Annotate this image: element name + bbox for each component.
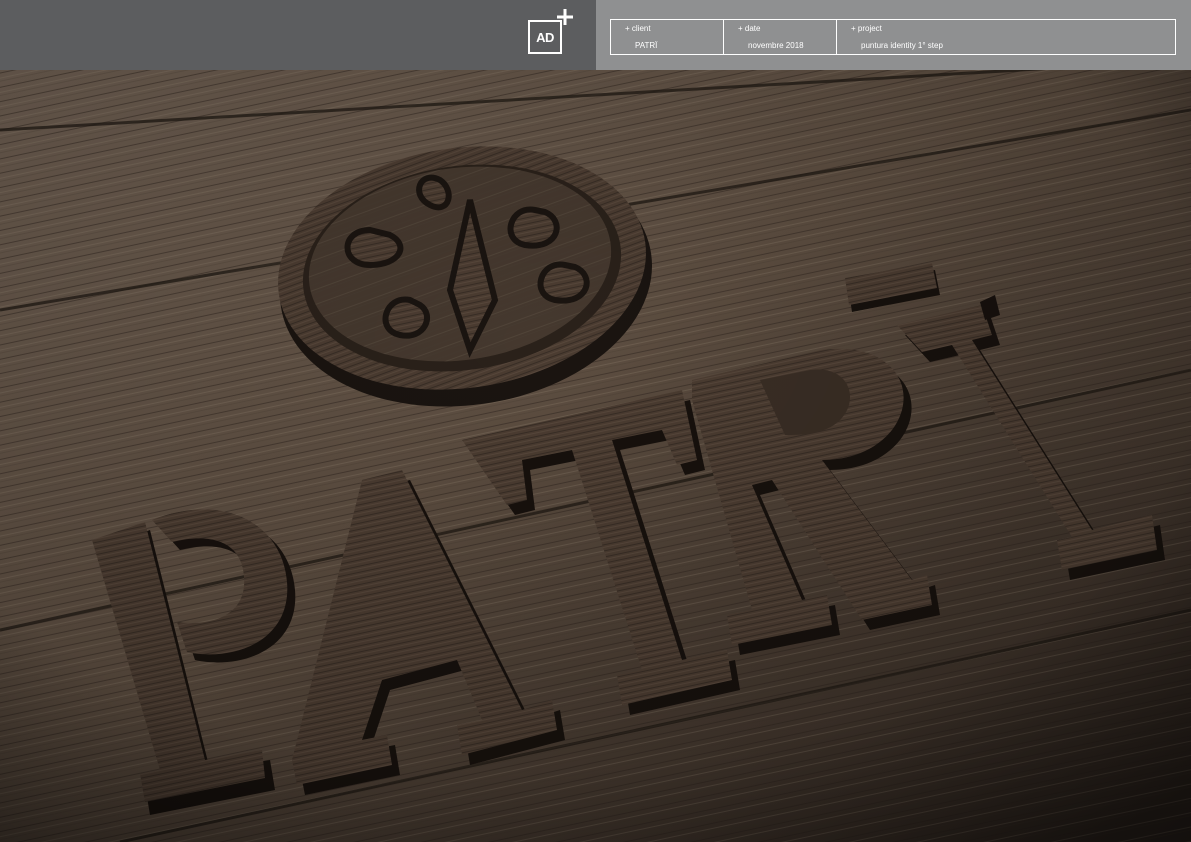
header-left-panel [0, 0, 596, 70]
info-label: + date [738, 24, 761, 33]
info-label: + client [625, 24, 651, 33]
project-info-box: + client PATRÏ + date novembre 2018 + pr… [610, 19, 1176, 55]
header-bar: AD + client PATRÏ + date novembre 2018 +… [0, 0, 1191, 70]
info-value: PATRÏ [635, 41, 658, 50]
plus-icon [557, 9, 573, 25]
wood-mockup-image [0, 70, 1191, 842]
info-cell-client: + client PATRÏ [611, 20, 724, 54]
logo-text: AD [536, 29, 554, 45]
info-label: + project [851, 24, 882, 33]
info-value: puntura identity 1° step [861, 41, 943, 50]
info-cell-project: + project puntura identity 1° step [837, 20, 1175, 54]
wood-mockup-scene [0, 70, 1191, 842]
info-value: novembre 2018 [748, 41, 804, 50]
info-cell-date: + date novembre 2018 [724, 20, 837, 54]
